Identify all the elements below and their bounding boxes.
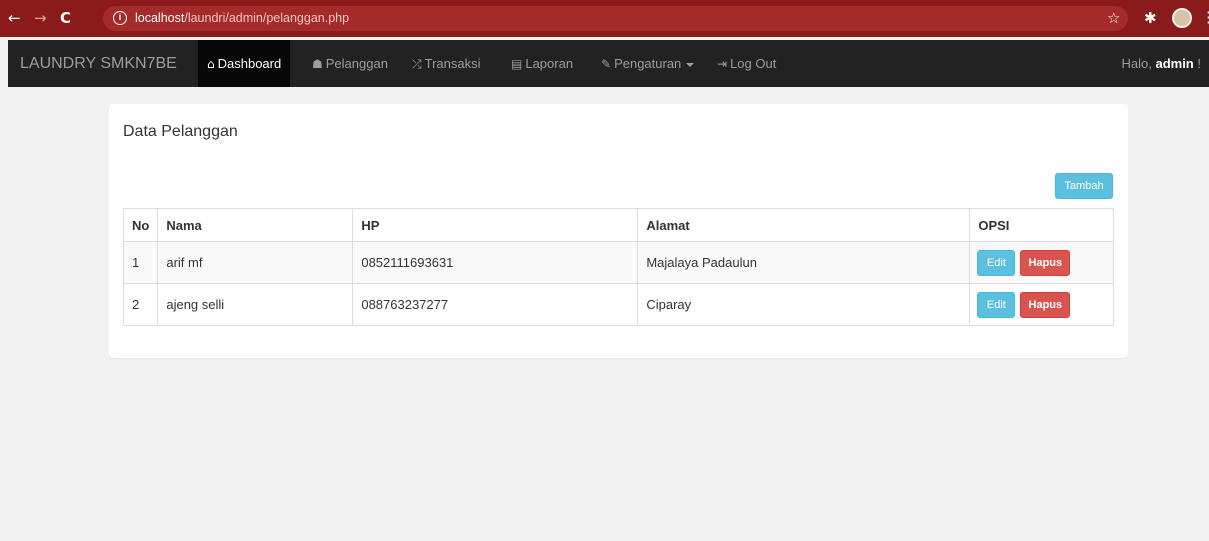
nav-pengaturan[interactable]: ✎ Pengaturan [592, 40, 703, 87]
info-icon[interactable]: i [113, 11, 127, 25]
url-host: localhost [135, 11, 185, 25]
shuffle-icon: ⤮ [412, 57, 422, 71]
cell-opsi: Edit Hapus [969, 283, 1114, 326]
nav-pelanggan[interactable]: ☗ Pelanggan [303, 40, 397, 87]
home-icon: ⌂ [207, 57, 215, 71]
header-nama: Nama [157, 208, 354, 242]
customer-table: No Nama HP Alamat OPSI 1 arif mf 0852111… [122, 208, 1114, 326]
nav-laporan-label: Laporan [525, 56, 574, 71]
cell-hp: 088763237277 [352, 283, 639, 326]
user-icon: ☗ [312, 57, 323, 71]
cell-nama: arif mf [157, 241, 354, 284]
nav-dashboard-label: Dashboard [217, 56, 282, 71]
list-alt-icon: ▤ [511, 57, 523, 71]
caret-down-icon [686, 62, 695, 67]
table-row: 1 arif mf 0852111693631 Majalaya Padaulu… [122, 241, 1114, 284]
forward-icon[interactable]: → [34, 9, 47, 27]
app-navbar: LAUNDRY SMKN7BE ⌂ Dashboard ☗ Pelanggan ⤮ T… [8, 40, 1209, 87]
cell-no: 2 [122, 283, 159, 326]
cell-no: 1 [122, 241, 159, 284]
brand[interactable]: LAUNDRY SMKN7BE [20, 55, 177, 73]
edit-button[interactable]: Edit [977, 292, 1016, 318]
greeting-prefix: Halo, [1121, 56, 1156, 71]
nav-laporan[interactable]: ▤ Laporan [502, 40, 582, 87]
extensions-puzzle-icon[interactable]: ✱ [1144, 9, 1157, 27]
table-header-row: No Nama HP Alamat OPSI [122, 208, 1114, 242]
nav-pelanggan-label: Pelanggan [325, 56, 388, 71]
nav-pengaturan-label: Pengaturan [614, 56, 682, 71]
bookmark-star-icon[interactable]: ☆ [1107, 9, 1120, 27]
wrench-icon: ✎ [601, 57, 612, 71]
url-text[interactable]: localhost/laundri/admin/pelanggan.php [135, 11, 349, 26]
delete-button[interactable]: Hapus [1020, 292, 1071, 318]
delete-button[interactable]: Hapus [1020, 250, 1071, 276]
page-title: Data Pelanggan [123, 123, 238, 140]
back-icon[interactable]: ← [8, 9, 21, 27]
nav-logout[interactable]: ⇥ Log Out [708, 40, 785, 87]
add-customer-button[interactable]: Tambah [1055, 173, 1113, 199]
cell-nama: ajeng selli [157, 283, 354, 326]
url-path: /laundri/admin/pelanggan.php [184, 11, 350, 25]
cell-alamat: Majalaya Padaulun [637, 241, 971, 284]
header-opsi: OPSI [969, 208, 1114, 242]
profile-avatar[interactable] [1172, 8, 1192, 28]
nav-logout-label: Log Out [730, 56, 777, 71]
header-no: No [122, 208, 159, 242]
nav-transaksi[interactable]: ⤮ Transaksi [403, 40, 489, 87]
nav-dashboard[interactable]: ⌂ Dashboard [198, 40, 291, 87]
log-out-icon: ⇥ [717, 57, 728, 71]
cell-opsi: Edit Hapus [969, 241, 1114, 284]
address-bar[interactable]: i localhost/laundri/admin/pelanggan.php [103, 6, 1128, 31]
table-row: 2 ajeng selli 088763237277 Ciparay Edit … [122, 283, 1114, 326]
nav-transaksi-label: Transaksi [424, 56, 481, 71]
browser-toolbar: ← → C i localhost/laundri/admin/pelangga… [0, 0, 1209, 37]
header-alamat: Alamat [637, 208, 971, 242]
cell-alamat: Ciparay [637, 283, 971, 326]
menu-kebab-icon[interactable]: ⋮ [1201, 9, 1209, 27]
customer-panel: Data Pelanggan Tambah No Nama HP Alamat … [109, 104, 1128, 358]
reload-icon[interactable]: C [60, 9, 71, 27]
user-greeting: Halo, admin ! [1122, 55, 1202, 73]
greeting-suffix: ! [1193, 56, 1201, 71]
cell-hp: 0852111693631 [352, 241, 639, 284]
header-hp: HP [352, 208, 639, 242]
edit-button[interactable]: Edit [977, 250, 1016, 276]
greeting-user: admin [1155, 56, 1194, 71]
